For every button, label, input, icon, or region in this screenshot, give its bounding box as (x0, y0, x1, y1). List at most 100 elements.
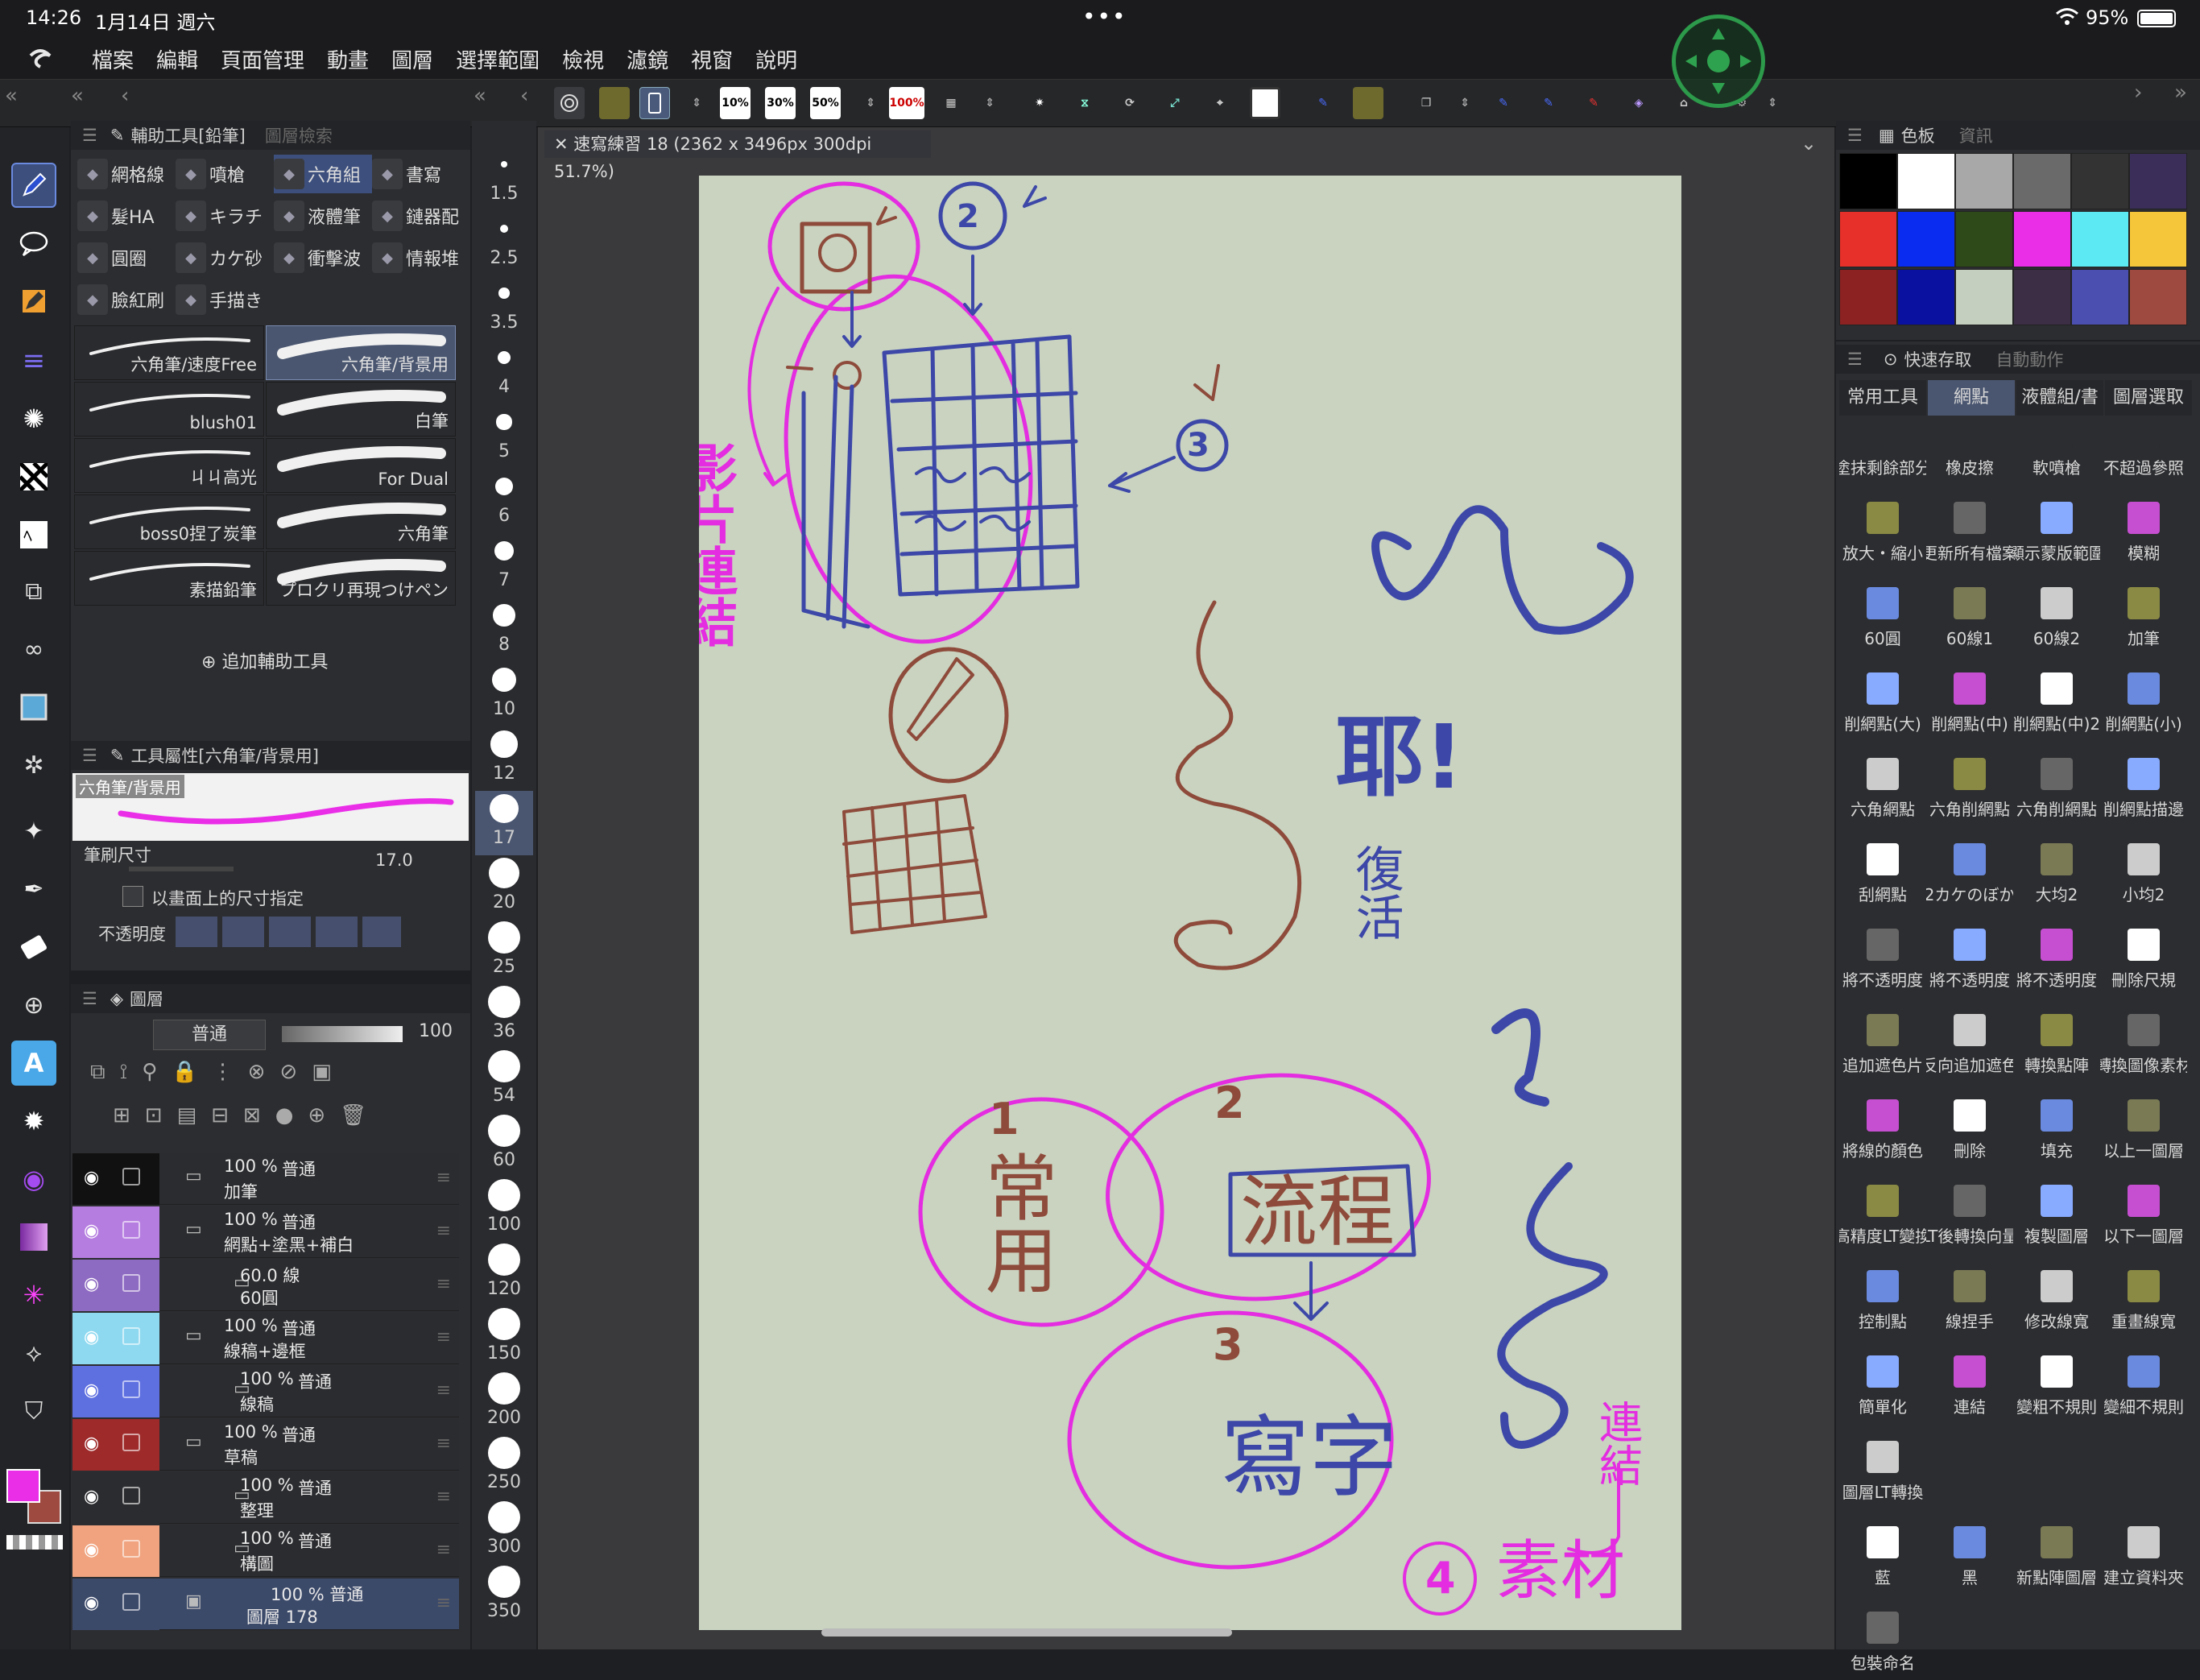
menu-icon[interactable]: ☰ (82, 126, 97, 145)
quick-access-item[interactable]: 刮網點 (1839, 830, 1926, 912)
color-swatch[interactable] (2129, 153, 2187, 209)
grid-icon[interactable]: ▦ (936, 87, 966, 119)
layer-lock-checkbox[interactable] (122, 1327, 140, 1345)
stepper-icon-5[interactable]: ⇕ (1757, 87, 1788, 119)
move-navigator-control[interactable] (1672, 14, 1765, 108)
brush-size-option[interactable]: 250 (475, 1435, 533, 1500)
pen-settings-icon[interactable]: ✎ (1533, 87, 1564, 119)
quick-access-item[interactable]: LT後轉換向量 (1926, 1171, 2013, 1253)
quick-access-item[interactable]: 六角削網點 (2013, 744, 2100, 826)
drag-handle-icon[interactable]: ≡ (436, 1593, 451, 1613)
color-set-tab[interactable]: 色板 (1901, 123, 1935, 147)
color-swatch[interactable] (1955, 153, 2013, 209)
subtool-item[interactable]: ◆ 手描き (176, 280, 274, 319)
color-swatch[interactable] (1839, 269, 1897, 325)
chain-tool-icon[interactable]: ∞ (11, 627, 56, 672)
subtool-item[interactable]: ◆ カケ砂 (176, 238, 274, 277)
quick-access-item[interactable]: 將線的顏色 (1839, 1086, 1926, 1168)
pen-icon[interactable]: ✎ (1488, 87, 1519, 119)
fill-bucket-icon[interactable]: ⛉ (11, 1388, 56, 1434)
quick-access-item[interactable]: 變細不規則 (2100, 1342, 2187, 1424)
subtool-item[interactable]: ◆ 書寫 (372, 155, 470, 193)
quick-access-item[interactable]: 以上一圖層 (2100, 1086, 2187, 1168)
brush-preset[interactable]: 白筆 (266, 382, 456, 437)
multitask-dots[interactable]: ••• (1082, 3, 1127, 30)
brush-size-option[interactable]: 7 (475, 533, 533, 598)
drag-handle-icon[interactable]: ≡ (436, 1487, 451, 1507)
menu-file[interactable]: 檔案 (92, 44, 134, 74)
canvas-tab[interactable]: ✕ 速寫練習 18 (2362 x 3496px 300dpi 51.7%) (544, 130, 931, 181)
quick-access-item[interactable]: 削網點(中) (1926, 659, 2013, 741)
subtool-item[interactable]: ◆ 鏈器配 (372, 197, 470, 235)
quick-access-item[interactable]: 追加遮色片 (1839, 1000, 1926, 1082)
brush-size-option[interactable]: 8 (475, 598, 533, 662)
layer-row[interactable]: ◉ ▭ 100 % 普通 線稿+邊框 ≡ (72, 1313, 459, 1364)
quick-access-item[interactable]: 圖層LT轉換 (1839, 1427, 1926, 1509)
smartphone-icon[interactable] (639, 87, 670, 119)
collapse-brush-icon[interactable]: « (473, 84, 486, 108)
brush-size-option[interactable]: 3.5 (475, 275, 533, 340)
brush-size-value[interactable]: 17.0 (375, 850, 413, 870)
menu-help[interactable]: 說明 (755, 44, 797, 74)
layer-lock-checkbox[interactable] (122, 1274, 140, 1292)
color-swatch[interactable] (1839, 211, 1897, 267)
brush-size-option[interactable]: 10 (475, 662, 533, 726)
drawing-canvas[interactable]: 影片連結 耶! 復活 2 3 1 2 3 4 常用 流程 寫字 素材 連結 (699, 176, 1681, 1630)
quick-access-item[interactable]: 六角網點 (1839, 744, 1926, 826)
pen-tool-icon[interactable] (11, 163, 56, 208)
stepper-icon-4[interactable]: ⇕ (1449, 87, 1480, 119)
quick-access-item[interactable]: 刪除尺規 (2100, 915, 2187, 997)
eye-visibility-icon[interactable]: ◉ (84, 1274, 99, 1294)
menu-window[interactable]: 視窗 (691, 44, 733, 74)
color-swatch[interactable] (1839, 153, 1897, 209)
opacity-steps[interactable] (176, 917, 401, 947)
vector-tool-icon[interactable]: ⟡ (11, 1330, 56, 1376)
flip-icon[interactable]: ⧖ (1069, 87, 1100, 119)
brush-preset[interactable]: 素描鉛筆 (74, 551, 264, 606)
opacity-30-button[interactable]: 30% (765, 87, 796, 119)
app-logo-icon[interactable] (26, 43, 58, 75)
perspective-tool-icon[interactable]: ⊕ (11, 983, 56, 1028)
color-swatch[interactable] (2013, 211, 2071, 267)
brush-size-option[interactable]: 12 (475, 726, 533, 791)
layer-lock-checkbox[interactable] (122, 1593, 140, 1611)
brush-preset[interactable]: 六角筆 (266, 494, 456, 549)
quick-access-item[interactable]: 60線2 (2013, 573, 2100, 656)
eye-visibility-icon[interactable]: ◉ (84, 1168, 99, 1188)
brush-size-option[interactable]: 350 (475, 1564, 533, 1628)
ruler-icon[interactable]: ⌖ (1205, 87, 1235, 119)
speech-balloon-icon[interactable] (11, 221, 56, 266)
quick-access-item[interactable]: 不超過參照 (2100, 403, 2187, 485)
quick-access-item[interactable]: 黑 (1926, 1512, 2013, 1595)
color-swatch[interactable] (2013, 153, 2071, 209)
quick-access-item[interactable]: 修改線寬 (2013, 1256, 2100, 1339)
quick-access-item[interactable]: 包裝命名 (1839, 1598, 1926, 1680)
color-swatch[interactable] (2071, 269, 2129, 325)
frame-tool-icon[interactable] (11, 685, 56, 730)
quick-access-item[interactable]: 控制點 (1839, 1256, 1926, 1339)
blend-mode-select[interactable]: 普通 (153, 1020, 266, 1050)
menu-view[interactable]: 檢視 (562, 44, 604, 74)
quick-access-item[interactable]: 填充 (2013, 1086, 2100, 1168)
quick-access-item[interactable]: 小均2 (2100, 830, 2187, 912)
opacity-100-button[interactable]: 100% (889, 87, 924, 119)
add-subtool-button[interactable]: ⊕ 追加輔助工具 (201, 648, 328, 673)
brush-size-option[interactable]: 300 (475, 1500, 533, 1564)
color-swatch[interactable] (2071, 211, 2129, 267)
quick-access-item[interactable]: 藍 (1839, 1512, 1926, 1595)
brush-preset[interactable]: blush01 (74, 382, 264, 437)
quick-access-item[interactable]: 新點陣圖層 (2013, 1512, 2100, 1595)
brush-preset[interactable]: 六角筆/速度Free (74, 325, 264, 380)
collapse-left-icon[interactable]: « (5, 84, 18, 108)
quick-access-item[interactable]: 更新所有檔案 (1926, 488, 2013, 570)
color-swatch[interactable] (2129, 269, 2187, 325)
brush-size-option[interactable]: 120 (475, 1242, 533, 1306)
tone-tool-icon[interactable] (11, 454, 56, 499)
gradient-tool-icon[interactable] (11, 1214, 56, 1260)
brush-preset[interactable]: ㄐㄐ高光 (74, 438, 264, 493)
sparkle-tool-icon[interactable]: ✦ (11, 809, 56, 854)
drag-handle-icon[interactable]: ≡ (436, 1380, 451, 1401)
quick-access-tab[interactable]: 快速存取 (1904, 347, 1971, 371)
sticker-tool-icon[interactable]: ﾍ (11, 512, 56, 557)
eye-visibility-icon[interactable]: ◉ (84, 1540, 99, 1560)
